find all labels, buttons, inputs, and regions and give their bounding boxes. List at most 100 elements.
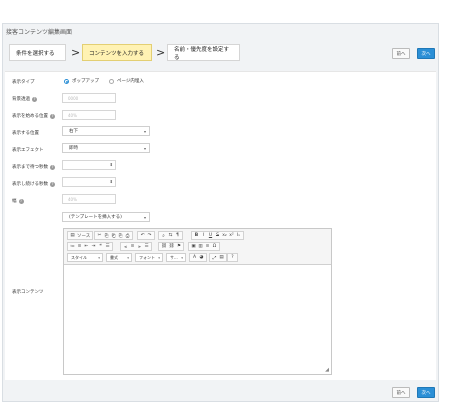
anchor-icon[interactable]: ⚑ xyxy=(176,244,181,249)
opacity-input[interactable]: 0000 xyxy=(62,93,116,103)
next-button-bottom[interactable]: 次へ xyxy=(417,387,435,398)
toolbar-group-source[interactable]: ▤ ソース xyxy=(67,231,94,240)
toolbar-group-colors[interactable]: A ◕ xyxy=(189,253,207,262)
underline-icon[interactable]: U xyxy=(208,233,213,238)
numbered-list-icon[interactable]: ≔ xyxy=(70,244,75,249)
indent-icon[interactable]: ⇥ xyxy=(91,244,96,249)
strikethrough-icon[interactable]: S xyxy=(215,233,220,238)
align-justify-icon[interactable]: ☰ xyxy=(144,244,149,249)
effect-select[interactable]: 即時 ▾ xyxy=(62,143,150,153)
step-bar: 条件を選択する > コンテンツを入力する > 名前・優先度を設定する xyxy=(5,40,436,70)
radio-popup[interactable]: ポップアップ xyxy=(64,78,99,84)
show-blocks-icon[interactable]: ▤ xyxy=(219,255,224,260)
special-char-icon[interactable]: Ω xyxy=(212,244,217,249)
step-enter-content[interactable]: コンテンツを入力する xyxy=(82,44,152,61)
radio-inline[interactable]: ページ内埋入 xyxy=(109,78,144,84)
help-icon: ? xyxy=(32,96,37,102)
table-icon[interactable]: ▥ xyxy=(198,244,203,249)
bg-color-icon[interactable]: ◕ xyxy=(199,255,204,260)
unlink-icon[interactable]: ⛓ xyxy=(169,244,175,249)
start-position-input[interactable]: 40% xyxy=(62,110,116,120)
display-type-label: 表示タイプ xyxy=(12,80,35,85)
paragraph-icon[interactable]: ¶ xyxy=(175,233,180,238)
chevron-down-icon: ▾ xyxy=(158,255,160,260)
superscript-icon[interactable]: x² xyxy=(229,233,234,238)
toolbar-group-clipboard[interactable]: ✂ ⎘ ⎗ ⎘ ⎙ xyxy=(94,231,133,240)
text-color-icon[interactable]: A xyxy=(192,255,197,260)
opacity-label: 背景透過? xyxy=(12,96,37,102)
toolbar-group-basic-styles[interactable]: B I U S x₂ x² Iₓ xyxy=(191,231,244,240)
italic-icon[interactable]: I xyxy=(201,233,206,238)
step-arrow: > xyxy=(71,46,81,59)
help-icon: ? xyxy=(18,198,24,204)
toolbar-group-help[interactable]: ? xyxy=(227,253,238,262)
rich-text-editor[interactable]: ▤ ソース ✂ ⎘ ⎗ ⎘ ⎙ ↶ ↷ ⌕ ⇆ ¶ B I U S x₂ x² … xyxy=(63,228,332,375)
editor-content-area[interactable] xyxy=(64,266,331,374)
toolbar-group-links[interactable]: ⛓ ⛓ ⚑ xyxy=(158,242,185,251)
toolbar-group-find[interactable]: ⌕ ⇆ ¶ xyxy=(158,231,183,240)
spinner-icon[interactable]: ⬍ xyxy=(110,162,113,167)
width-label: 幅? xyxy=(12,198,24,204)
keep-seconds-input[interactable]: ⬍ xyxy=(62,177,116,187)
replace-icon[interactable]: ⇆ xyxy=(168,233,173,238)
align-left-icon[interactable]: ⫷ xyxy=(123,244,128,250)
paste-text-icon[interactable]: ⎘ xyxy=(118,233,123,239)
spinner-icon[interactable]: ⬍ xyxy=(110,179,113,184)
toolbar-group-align[interactable]: ⫷ ≡ ⫸ ☰ xyxy=(120,242,152,251)
prev-button[interactable]: 前へ xyxy=(392,48,410,59)
div-container-icon[interactable]: ☰ xyxy=(105,244,110,249)
remove-format-icon[interactable]: Iₓ xyxy=(236,233,241,238)
step-select-conditions[interactable]: 条件を選択する xyxy=(9,44,66,61)
horizontal-line-icon[interactable]: ≡ xyxy=(205,244,210,249)
search-icon[interactable]: ⌕ xyxy=(161,233,166,239)
bulleted-list-icon[interactable]: ≡ xyxy=(77,244,82,249)
image-icon[interactable]: ▣ xyxy=(191,244,196,249)
start-position-label: 表示を始める位置? xyxy=(12,113,55,119)
position-label: 表示する位置 xyxy=(12,131,39,136)
style-combo[interactable]: スタイル ▾ xyxy=(67,253,103,262)
editor-toolbar: ▤ ソース ✂ ⎘ ⎗ ⎘ ⎙ ↶ ↷ ⌕ ⇆ ¶ B I U S x₂ x² … xyxy=(64,229,331,265)
source-button[interactable]: ソース xyxy=(77,233,90,239)
resize-handle-icon[interactable]: ◢ xyxy=(325,367,329,373)
link-icon[interactable]: ⛓ xyxy=(161,244,167,249)
subscript-icon[interactable]: x₂ xyxy=(222,233,227,238)
size-combo[interactable]: サ... ▾ xyxy=(166,253,186,262)
content-label: 表示コンテンツ xyxy=(12,290,44,295)
prev-button-bottom[interactable]: 前へ xyxy=(392,387,410,398)
source-icon[interactable]: ▤ xyxy=(70,233,75,238)
blockquote-icon[interactable]: ❝ xyxy=(98,244,103,249)
toolbar-group-tools[interactable]: ⤢ ▤ xyxy=(209,253,227,262)
outdent-icon[interactable]: ⇤ xyxy=(84,244,89,249)
chevron-down-icon: ▾ xyxy=(98,255,100,260)
bold-icon[interactable]: B xyxy=(194,233,199,238)
paste-icon[interactable]: ⎗ xyxy=(111,233,116,239)
effect-label: 表示エフェクト xyxy=(12,148,44,153)
wait-seconds-input[interactable]: ⬍ xyxy=(62,160,116,170)
toolbar-group-undo[interactable]: ↶ ↷ xyxy=(137,231,155,240)
cut-icon[interactable]: ✂ xyxy=(97,233,102,238)
chevron-down-icon: ▾ xyxy=(143,215,146,220)
redo-icon[interactable]: ↷ xyxy=(147,233,152,238)
wait-seconds-label: 表示まで待つ秒数? xyxy=(12,164,55,170)
position-select[interactable]: 右下 ▾ xyxy=(62,126,150,136)
chevron-down-icon: ▾ xyxy=(127,255,129,260)
toolbar-group-insert[interactable]: ▣ ▥ ≡ Ω xyxy=(188,242,220,251)
font-combo[interactable]: フォント ▾ xyxy=(135,253,163,262)
template-select[interactable]: (テンプレートを挿入する) ▾ xyxy=(62,212,150,222)
copy-icon[interactable]: ⎘ xyxy=(104,233,109,239)
maximize-icon[interactable]: ⤢ xyxy=(212,255,217,261)
step-set-name-priority[interactable]: 名前・優先度を設定する xyxy=(167,44,240,61)
paste-word-icon[interactable]: ⎙ xyxy=(125,233,130,239)
chevron-down-icon: ▾ xyxy=(181,255,183,260)
width-input[interactable]: 40% xyxy=(62,194,116,204)
step-arrow: > xyxy=(156,46,166,59)
align-right-icon[interactable]: ⫸ xyxy=(137,244,142,250)
undo-icon[interactable]: ↶ xyxy=(140,233,145,238)
next-button[interactable]: 次へ xyxy=(417,48,435,59)
radio-dot-selected xyxy=(64,78,69,84)
align-center-icon[interactable]: ≡ xyxy=(130,244,135,249)
toolbar-group-lists[interactable]: ≔ ≡ ⇤ ⇥ ❝ ☰ xyxy=(67,242,113,251)
help-icon: ? xyxy=(50,113,55,119)
help-icon[interactable]: ? xyxy=(230,255,235,260)
format-combo[interactable]: 書式 ▾ xyxy=(106,253,132,262)
